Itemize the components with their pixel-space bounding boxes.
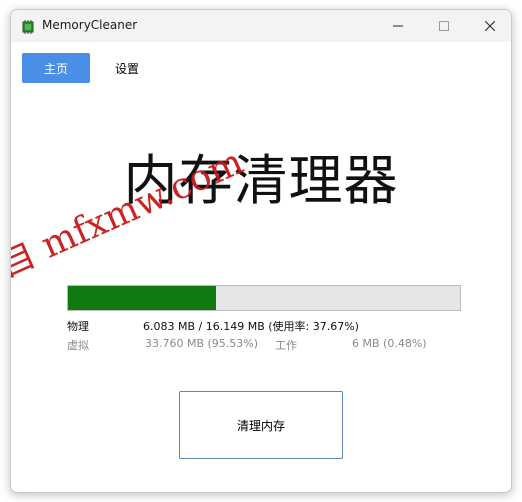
app-window: MemoryCleaner 主页 设置 内存清理器 物理 6.083 MB / … xyxy=(10,9,512,493)
working-set-value: 6 MB (0.48%) xyxy=(352,337,427,350)
memory-chip-icon xyxy=(21,19,35,34)
maximize-icon xyxy=(439,21,449,31)
physical-memory-label: 物理 xyxy=(67,320,89,333)
working-set-label: 工作 xyxy=(275,339,297,352)
close-icon xyxy=(485,21,495,31)
window-title: MemoryCleaner xyxy=(42,18,138,32)
memory-usage-progress-bar xyxy=(67,285,461,311)
tab-home[interactable]: 主页 xyxy=(22,53,90,83)
virtual-memory-label: 虚拟 xyxy=(67,339,89,352)
title-bar[interactable]: MemoryCleaner xyxy=(11,10,511,42)
memory-usage-progress-fill xyxy=(68,286,216,310)
tab-settings[interactable]: 设置 xyxy=(107,53,147,83)
minimize-button[interactable] xyxy=(375,10,421,42)
close-button[interactable] xyxy=(467,10,511,42)
virtual-memory-value: 33.760 MB (95.53%) xyxy=(145,337,259,350)
physical-memory-value: 6.083 MB / 16.149 MB (使用率: 37.67%) xyxy=(143,320,359,333)
minimize-icon xyxy=(393,21,403,31)
maximize-button[interactable] xyxy=(421,10,467,42)
clean-memory-button[interactable]: 清理内存 xyxy=(179,391,343,459)
